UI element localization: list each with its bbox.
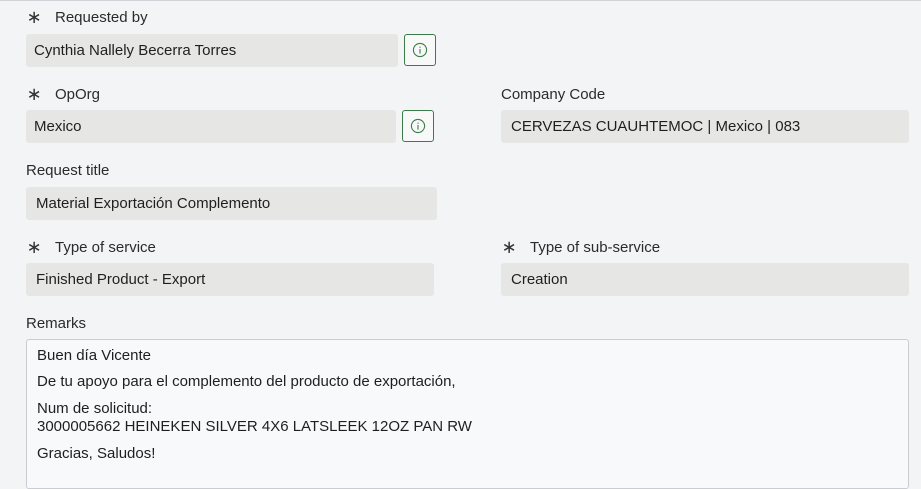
remarks-line: Num de solicitud: (37, 400, 153, 417)
oporg-info-button[interactable] (402, 110, 434, 142)
company-code-label: Company Code (501, 86, 606, 103)
type-of-sub-service-label: ∗ Type of sub-service (501, 237, 661, 258)
oporg-label: ∗ OpOrg (26, 84, 101, 105)
info-circle-icon (412, 42, 428, 58)
required-asterisk-icon: ∗ (26, 237, 42, 258)
company-code-field[interactable]: CERVEZAS CUAUHTEMOC | Mexico | 083 (501, 110, 909, 143)
requested-by-info-button[interactable] (404, 34, 436, 66)
required-asterisk-icon: ∗ (501, 237, 517, 258)
remarks-textarea[interactable]: Buen día Vicente De tu apoyo para el com… (26, 339, 909, 489)
required-asterisk-icon: ∗ (26, 84, 42, 105)
remarks-line: Gracias, Saludos! (37, 445, 156, 462)
oporg-field[interactable]: Mexico (26, 110, 396, 143)
type-of-service-label: ∗ Type of service (26, 237, 156, 258)
request-title-label: Request title (26, 162, 110, 179)
requested-by-field[interactable]: Cynthia Nallely Becerra Torres (26, 34, 398, 67)
remarks-label: Remarks (26, 315, 87, 332)
remarks-line: De tu apoyo para el complemento del prod… (37, 373, 456, 390)
remarks-line: Buen día Vicente (37, 347, 151, 364)
top-divider (0, 0, 921, 1)
requested-by-label: ∗ Requested by (26, 7, 148, 28)
type-of-sub-service-field[interactable]: Creation (501, 263, 909, 296)
required-asterisk-icon: ∗ (26, 7, 42, 28)
info-circle-icon (410, 118, 426, 134)
remarks-line: 3000005662 HEINEKEN SILVER 4X6 LATSLEEK … (37, 418, 472, 435)
type-of-service-field[interactable]: Finished Product - Export (26, 263, 434, 296)
request-title-field[interactable]: Material Exportación Complemento (26, 187, 437, 220)
